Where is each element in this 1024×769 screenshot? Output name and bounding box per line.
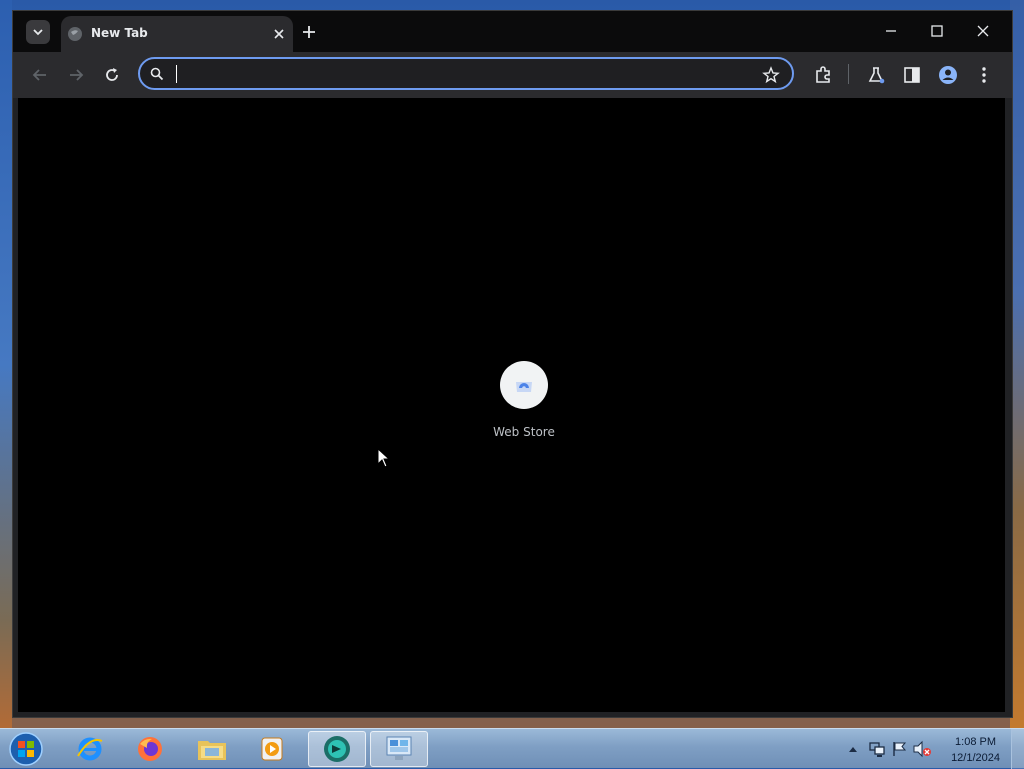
media-player-icon [261,737,283,761]
minimize-icon[interactable] [881,21,901,41]
shortcut-web-store[interactable]: Web Store [474,361,574,439]
folder-icon [198,741,226,760]
address-input[interactable] [174,64,738,86]
text-caret [176,65,177,83]
bookmark-star-icon[interactable] [762,66,780,84]
search-icon [150,67,164,81]
tab-strip: New Tab [13,11,1012,52]
chrome-app-icon [324,736,350,762]
toolbar [13,52,1012,98]
profile-avatar-icon[interactable] [937,64,959,86]
clock-time: 1:08 PM [955,736,997,748]
globe-icon [68,27,82,41]
control-panel-icon [386,736,412,760]
shortcut-icon-circle [500,361,548,409]
chevron-down-icon [33,29,43,36]
browser-window: New Tab Web Store [12,10,1013,718]
maximize-icon[interactable] [927,21,947,41]
show-hidden-icons-icon[interactable] [848,745,858,753]
clock[interactable]: 1:08 PM 12/1/2024 [951,734,1000,766]
labs-flask-icon[interactable] [865,64,887,86]
taskbar-internet-explorer[interactable] [62,731,118,767]
action-center-flag-icon[interactable] [890,740,908,758]
menu-dots-icon[interactable] [973,64,995,86]
toolbar-separator [848,64,849,84]
reload-icon[interactable] [101,64,123,86]
mouse-cursor-icon [377,448,391,468]
internet-explorer-icon [77,737,103,761]
new-tab-plus-icon[interactable] [299,22,319,42]
tab-search-button[interactable] [26,20,50,44]
shortcut-label: Web Store [493,425,555,439]
back-arrow-icon[interactable] [29,64,51,86]
close-tab-icon[interactable] [271,26,287,42]
tab-new-tab[interactable]: New Tab [61,16,293,52]
firefox-icon [138,737,162,761]
network-icon[interactable] [868,740,886,758]
webstore-icon [516,382,532,392]
tab-title: New Tab [91,26,148,40]
clock-date: 12/1/2024 [951,752,1000,764]
desktop-wallpaper-left [0,0,12,730]
side-panel-icon[interactable] [901,64,923,86]
taskbar: 1:08 PM 12/1/2024 [0,728,1024,769]
taskbar-chrome[interactable] [308,731,366,767]
taskbar-file-explorer[interactable] [184,731,240,767]
extensions-puzzle-icon[interactable] [812,64,834,86]
show-desktop-button[interactable] [1011,729,1024,769]
forward-arrow-icon[interactable] [65,64,87,86]
taskbar-firefox[interactable] [122,731,178,767]
new-tab-page: Web Store [18,98,1005,712]
start-orb-icon[interactable] [6,730,46,768]
taskbar-media-player[interactable] [244,731,300,767]
system-tray: 1:08 PM 12/1/2024 [834,729,1024,769]
close-window-icon[interactable] [973,21,993,41]
taskbar-control-panel[interactable] [370,731,428,767]
address-bar[interactable] [138,57,794,90]
volume-muted-icon[interactable] [912,740,932,758]
